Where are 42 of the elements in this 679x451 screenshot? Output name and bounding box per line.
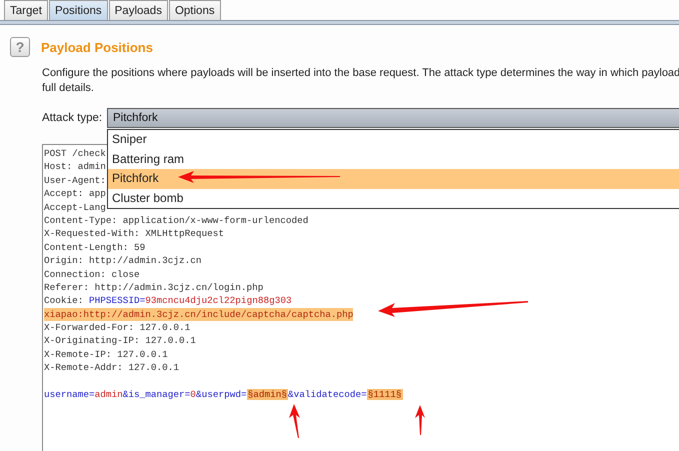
param-value: 0 <box>190 389 196 400</box>
param-name: &userpwd= <box>196 389 247 400</box>
request-text: Accept-Lang <box>44 202 106 213</box>
request-text: Referer: http://admin.3cjz.cn/login.php <box>44 282 264 293</box>
request-text: X-Forwarded-For: 127.0.0.1 <box>44 322 190 334</box>
dropdown-option[interactable]: Pitchfork <box>108 169 679 188</box>
tab[interactable]: Positions <box>48 0 108 20</box>
request-text: User-Agent: <box>44 174 106 186</box>
attack-type-label: Attack type: <box>42 112 104 124</box>
request-text: X-Originating-IP: 127.0.0.1 <box>44 335 196 346</box>
dropdown-option[interactable]: Battering ram <box>108 150 679 169</box>
payload-marker: §admin§ <box>246 389 288 400</box>
tab[interactable]: Target <box>4 0 48 20</box>
request-text: POST /check <box>44 148 106 159</box>
description-text: full details. <box>42 82 95 94</box>
request-text: Host: admin <box>44 161 106 172</box>
request-text: Origin: http://admin.3cjz.cn <box>44 255 202 266</box>
request-text: Content-Length: 59 <box>44 242 146 253</box>
request-text: Content-Type: application/x-www-form-urlencoded <box>44 214 308 226</box>
param-name: = <box>140 295 146 306</box>
param-name: username= <box>44 389 95 400</box>
request-text: X-Requested-With: XMLHttpRequest <box>44 228 224 240</box>
param-value: xiapao:http://admin.3cjz.cn/include/captcha/captcha.php <box>44 308 354 320</box>
request-text: Accept: app <box>44 188 106 200</box>
request-text: X-Remote-Addr: 127.0.0.1 <box>44 362 180 374</box>
section-title: Payload Positions <box>41 40 153 54</box>
pointer-arrow <box>414 405 426 435</box>
param-value: 93mcncu4dju2cl22pign88g303 <box>145 295 292 306</box>
dropdown-option[interactable]: Cluster bomb <box>108 188 679 208</box>
attack-type-dropdown[interactable]: Pitchfork <box>107 108 679 128</box>
param-name: PHPSESSID <box>89 295 140 306</box>
pointer-arrow <box>289 404 301 438</box>
request-text: Cookie: <box>44 295 84 306</box>
tab[interactable]: Options <box>168 0 221 20</box>
payload-marker: §1111§ <box>366 389 402 400</box>
dropdown-option[interactable]: Sniper <box>108 130 679 150</box>
param-name: &validatecode= <box>288 389 367 400</box>
tab[interactable]: Payloads <box>108 0 168 20</box>
param-value: admin <box>94 389 123 400</box>
request-text: Connection: close <box>44 268 140 280</box>
request-text: X-Remote-IP: 127.0.0.1 <box>44 348 168 360</box>
param-name: &is_manager= <box>122 389 190 400</box>
